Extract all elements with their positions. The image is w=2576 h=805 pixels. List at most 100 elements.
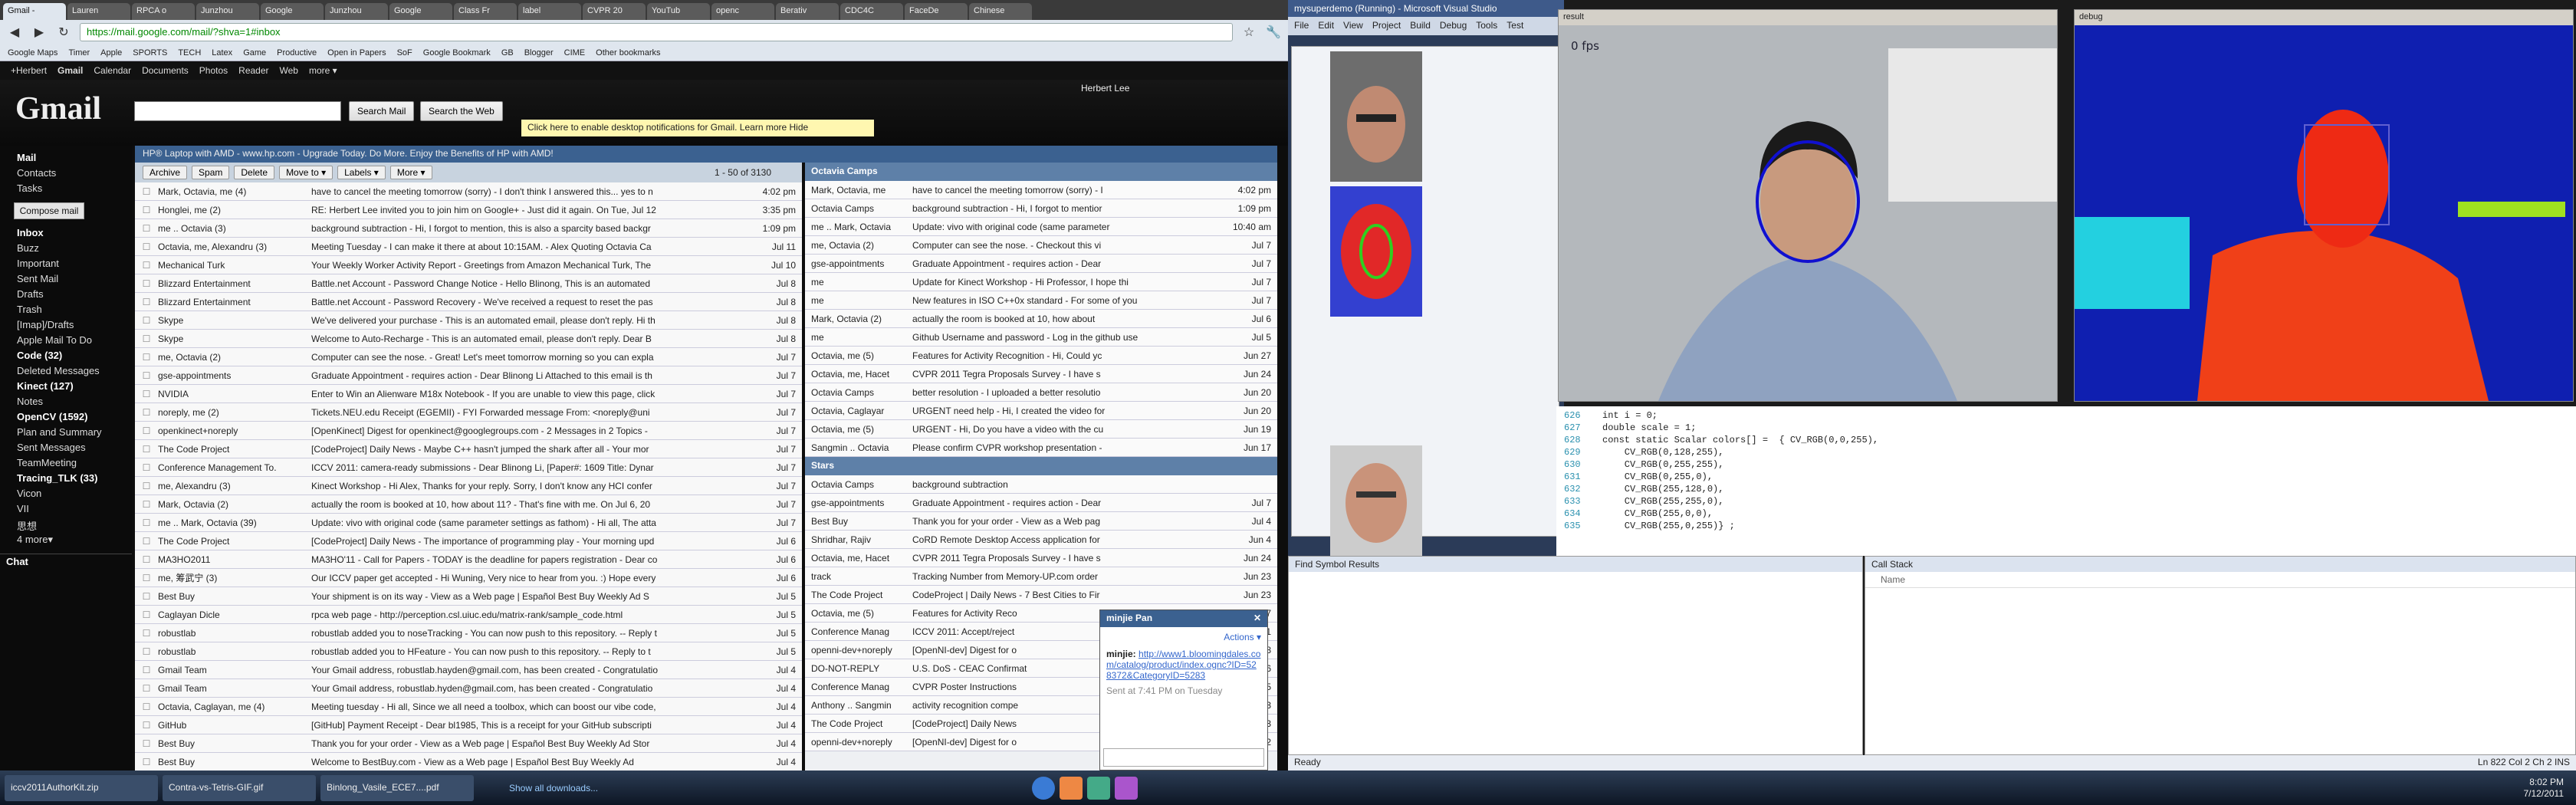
spam-button[interactable]: Spam	[192, 166, 230, 179]
row-checkbox[interactable]: ☐	[135, 665, 158, 675]
vs-menu-item[interactable]: Edit	[1318, 20, 1334, 32]
gmail-logo[interactable]: Gmail	[15, 90, 101, 127]
pane-row[interactable]: me New features in ISO C++0x standard - F…	[805, 291, 1277, 310]
browser-tab[interactable]: FaceDe	[905, 3, 968, 20]
pane-row[interactable]: Octavia, Caglayar URGENT need help - Hi, …	[805, 402, 1277, 420]
user-name[interactable]: Herbert Lee	[1081, 83, 1129, 94]
browser-tab[interactable]: Lauren	[67, 3, 130, 20]
row-checkbox[interactable]: ☐	[135, 499, 158, 510]
move-to-button[interactable]: Move to ▾	[279, 166, 334, 179]
pane-row[interactable]: Mark, Octavia (2) actually the room is bo…	[805, 310, 1277, 328]
sidebar-link[interactable]: Vicon	[0, 486, 132, 501]
table-row[interactable]: ☐ Octavia, Caglayan, me (4) Meeting tuesda…	[135, 698, 802, 716]
table-row[interactable]: ☐ MA3HO2011 MA3HO'11 - Call for Papers - T…	[135, 550, 802, 569]
search-mail-button[interactable]: Search Mail	[349, 101, 415, 121]
star-icon[interactable]: ☆	[1240, 24, 1257, 41]
sidebar-link[interactable]: 思想	[0, 517, 132, 532]
sidebar-link[interactable]: Trash	[0, 302, 132, 317]
pane-row[interactable]: Octavia, me, Hacet CVPR 2011 Tegra Propos…	[805, 549, 1277, 567]
address-bar[interactable]: https://mail.google.com/mail/?shva=1#inb…	[80, 23, 1233, 41]
row-checkbox[interactable]: ☐	[135, 683, 158, 694]
table-row[interactable]: ☐ Best Buy Thank you for your order - View…	[135, 734, 802, 753]
sidebar-link[interactable]: Sent Messages	[0, 440, 132, 455]
row-checkbox[interactable]: ☐	[135, 242, 158, 252]
vs-menu-item[interactable]: File	[1294, 20, 1309, 32]
chat-input[interactable]	[1103, 748, 1264, 767]
table-row[interactable]: ☐ me, Alexandru (3) Kinect Workshop - Hi A…	[135, 477, 802, 495]
browser-tab[interactable]: Junzhou	[196, 3, 259, 20]
row-checkbox[interactable]: ☐	[135, 370, 158, 381]
browser-tab[interactable]: label	[518, 3, 581, 20]
row-checkbox[interactable]: ☐	[135, 407, 158, 418]
row-checkbox[interactable]: ☐	[135, 720, 158, 731]
browser-tab[interactable]: Chinese	[969, 3, 1032, 20]
bookmark-item[interactable]: SoF	[397, 48, 412, 58]
row-checkbox[interactable]: ☐	[135, 481, 158, 491]
search-input[interactable]	[134, 101, 341, 121]
bookmark-item[interactable]: GB	[501, 48, 514, 58]
notification-banner[interactable]: Click here to enable desktop notificatio…	[521, 120, 874, 136]
pane-row[interactable]: gse-appointments Graduate Appointment - r…	[805, 255, 1277, 273]
labels-button[interactable]: Labels ▾	[337, 166, 386, 179]
row-checkbox[interactable]: ☐	[135, 297, 158, 307]
bookmark-item[interactable]: Google Bookmark	[423, 48, 491, 58]
debug-window[interactable]: debug	[2074, 9, 2574, 402]
bookmark-item[interactable]: SPORTS	[133, 48, 167, 58]
row-checkbox[interactable]: ☐	[135, 536, 158, 547]
sidebar-link[interactable]: Tasks	[0, 181, 132, 196]
row-checkbox[interactable]: ☐	[135, 334, 158, 344]
system-clock[interactable]: 8:02 PM 7/12/2011	[2524, 777, 2576, 800]
browser-tab[interactable]: YouTub	[647, 3, 710, 20]
search-web-button[interactable]: Search the Web	[420, 101, 503, 121]
row-checkbox[interactable]: ☐	[135, 628, 158, 639]
find-symbol-results-panel[interactable]: Find Symbol Results	[1288, 556, 1863, 755]
pane-row[interactable]: Octavia Camps better resolution - I uploa…	[805, 383, 1277, 402]
result-window[interactable]: result 0 fps	[1558, 9, 2058, 402]
sidebar-link[interactable]: Sent Mail	[0, 271, 132, 287]
taskbar-item[interactable]: Binlong_Vasile_ECE7....pdf	[320, 774, 474, 801]
table-row[interactable]: ☐ Gmail Team Your Gmail address, robustlab…	[135, 661, 802, 679]
sidebar-link[interactable]: Code (32)	[0, 348, 132, 363]
bookmark-item[interactable]: CIME	[564, 48, 586, 58]
vs-menu-item[interactable]: Tools	[1476, 20, 1497, 32]
row-checkbox[interactable]: ☐	[135, 554, 158, 565]
table-row[interactable]: ☐ Octavia, me, Alexandru (3) Meeting Tuesd…	[135, 238, 802, 256]
row-checkbox[interactable]: ☐	[135, 462, 158, 473]
pane-row[interactable]: Octavia Camps background subtraction - Hi…	[805, 199, 1277, 218]
vs-menu-item[interactable]: Project	[1372, 20, 1401, 32]
more-button[interactable]: More ▾	[389, 166, 432, 179]
sidebar-link[interactable]: Kinect (127)	[0, 379, 132, 394]
browser-tab[interactable]: Berativ	[776, 3, 839, 20]
table-row[interactable]: ☐ Best Buy Welcome to BestBuy.com - View a…	[135, 753, 802, 770]
table-row[interactable]: ☐ Mechanical Turk Your Weekly Worker Activ…	[135, 256, 802, 274]
sidebar-link[interactable]: Apple Mail To Do	[0, 333, 132, 348]
table-row[interactable]: ☐ Mark, Octavia, me (4) have to cancel the…	[135, 182, 802, 201]
bookmark-item[interactable]: Other bookmarks	[596, 48, 660, 58]
gbar-link[interactable]: Reader	[238, 65, 268, 76]
row-checkbox[interactable]: ☐	[135, 610, 158, 620]
gbar-link[interactable]: Gmail	[58, 65, 83, 76]
row-checkbox[interactable]: ☐	[135, 444, 158, 455]
back-icon[interactable]: ◀	[6, 24, 23, 41]
pane-row[interactable]: me Github Username and password - Log in …	[805, 328, 1277, 347]
ad-bar[interactable]: HP® Laptop with AMD - www.hp.com - Upgra…	[135, 146, 1277, 163]
sidebar-link[interactable]: Contacts	[0, 166, 132, 181]
row-checkbox[interactable]: ☐	[135, 352, 158, 363]
table-row[interactable]: ☐ Blizzard Entertainment Battle.net Accoun…	[135, 293, 802, 311]
pane-row[interactable]: Sangmin .. Octavia Please confirm CVPR wo…	[805, 439, 1277, 457]
wrench-icon[interactable]: 🔧	[1265, 24, 1282, 41]
browser-tab[interactable]: Google	[261, 3, 324, 20]
browser-tab[interactable]: Junzhou	[325, 3, 388, 20]
row-checkbox[interactable]: ☐	[135, 646, 158, 657]
table-row[interactable]: ☐ me, Octavia (2) Computer can see the nos…	[135, 348, 802, 366]
pane-row[interactable]: gse-appointments Graduate Appointment - r…	[805, 494, 1277, 512]
table-row[interactable]: ☐ Skype We've delivered your purchase - Th…	[135, 311, 802, 330]
chat-title-bar[interactable]: minjie Pan ✕	[1100, 610, 1267, 627]
sidebar-link[interactable]: Plan and Summary	[0, 425, 132, 440]
bookmark-item[interactable]: Game	[243, 48, 266, 58]
solution-explorer[interactable]	[1291, 46, 1559, 560]
browser-tab[interactable]: CVPR 20	[583, 3, 646, 20]
bookmark-item[interactable]: Google Maps	[8, 48, 58, 58]
sidebar-link[interactable]: 4 more▾	[0, 532, 132, 547]
row-checkbox[interactable]: ☐	[135, 260, 158, 271]
